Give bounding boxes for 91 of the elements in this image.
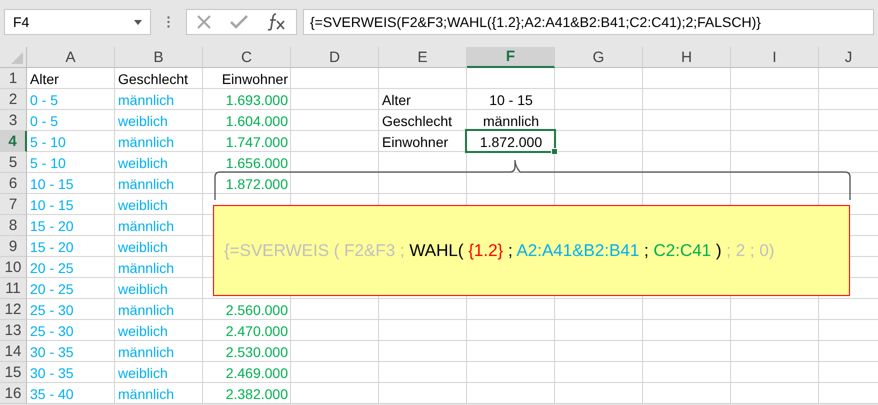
row-header[interactable]: 4 [0, 131, 27, 152]
formula-part: C2:C41 [654, 240, 712, 260]
table-cell: 30 - 35 [30, 364, 74, 380]
table-cell: 2.470.000 [226, 322, 288, 338]
table-cell: männlich [118, 92, 174, 108]
table-cell: 10 - 15 [30, 196, 74, 212]
table-cell: Geschlecht [118, 70, 188, 86]
table-cell: Alter [30, 70, 59, 86]
row-header[interactable]: 5 [0, 152, 27, 173]
table-cell: 2.560.000 [226, 302, 288, 318]
table-cell: männlich [118, 218, 174, 234]
table-cell: 1.604.000 [226, 112, 288, 128]
formula-part: ; [506, 240, 514, 260]
column-header[interactable]: G [555, 47, 643, 68]
row-header[interactable]: 13 [0, 320, 27, 341]
row-header[interactable]: 9 [0, 236, 27, 257]
table-cell: weiblich [118, 112, 168, 128]
table-cell: 30 - 35 [30, 344, 74, 360]
table-cell: männlich [118, 302, 174, 318]
table-cell: 5 - 10 [30, 134, 66, 150]
row-header[interactable]: 2 [0, 89, 27, 110]
dropdown-icon[interactable] [134, 20, 142, 24]
row-header[interactable]: 16 [0, 383, 27, 404]
table-cell: 20 - 25 [30, 280, 74, 296]
table-cell: 20 - 25 [30, 260, 74, 276]
column-header[interactable]: E [379, 47, 467, 68]
formula-part: ) [714, 240, 722, 260]
table-cell: 10 - 15 [489, 92, 533, 108]
formula-part: ; [643, 240, 650, 260]
formula-part: {1.2} [468, 240, 504, 260]
function-icon[interactable] [266, 13, 287, 31]
table-cell: Einwohner [382, 134, 448, 150]
row-header[interactable]: 11 [0, 278, 27, 299]
formula-part: WAHL( [409, 240, 464, 260]
row-header[interactable]: 1 [0, 68, 27, 89]
row-header[interactable]: 14 [0, 341, 27, 362]
formula-part: ; 2 ; 0) [725, 240, 774, 260]
table-cell: 0 - 5 [30, 112, 58, 128]
table-cell: 25 - 30 [30, 322, 74, 338]
table-cell: 0 - 5 [30, 92, 58, 108]
table-cell: 15 - 20 [30, 238, 74, 254]
table-cell: weiblich [118, 322, 168, 338]
column-header[interactable]: F [467, 47, 555, 68]
column-header[interactable]: H [643, 47, 731, 68]
row-header[interactable]: 6 [0, 173, 27, 194]
table-cell: 2.382.000 [226, 386, 288, 402]
column-header[interactable]: I [731, 47, 819, 68]
table-cell: 2.469.000 [226, 364, 288, 380]
table-cell: 1.693.000 [226, 92, 288, 108]
table-cell: 5 - 10 [30, 154, 66, 170]
formula-part: A2:A41&B2:B41 [516, 240, 640, 260]
column-header[interactable]: D [291, 47, 379, 68]
table-cell: weiblich [118, 196, 168, 212]
cancel-icon[interactable] [196, 14, 212, 30]
table-cell: Geschlecht [382, 112, 452, 128]
column-header[interactable]: J [819, 47, 878, 68]
table-cell: 1.872.000 [480, 134, 542, 150]
row-header[interactable]: 8 [0, 215, 27, 236]
table-cell: weiblich [118, 238, 168, 254]
row-header[interactable]: 10 [0, 257, 27, 278]
table-cell: 1.747.000 [226, 134, 288, 150]
check-icon[interactable] [230, 15, 248, 29]
table-cell: Einwohner [222, 70, 288, 86]
table-cell: weiblich [118, 364, 168, 380]
column-header[interactable]: C [203, 47, 291, 68]
table-cell: 2.530.000 [226, 344, 288, 360]
name-box[interactable]: F4 [4, 9, 151, 35]
table-cell: 25 - 30 [30, 302, 74, 318]
table-cell: 1.656.000 [226, 154, 288, 170]
table-cell: männlich [118, 260, 174, 276]
row-header[interactable]: 3 [0, 110, 27, 131]
formula-field[interactable]: {=SVERWEIS(F2&F3;WAHL({1.2};A2:A41&B2:B41;C2:C41);2;FALSCH)} [303, 9, 874, 35]
table-cell: männlich [118, 134, 174, 150]
table-cell: 35 - 40 [30, 386, 74, 402]
table-cell: weiblich [118, 280, 168, 296]
table-cell: 10 - 15 [30, 176, 74, 192]
table-cell: Alter [382, 92, 411, 108]
table-cell: männlich [118, 386, 174, 402]
table-cell: 15 - 20 [30, 218, 74, 234]
table-cell: männlich [118, 344, 174, 360]
more-icon[interactable] [167, 16, 170, 28]
column-header[interactable]: A [27, 47, 115, 68]
row-header[interactable]: 12 [0, 299, 27, 320]
table-cell: 1.872.000 [226, 176, 288, 192]
formula-part: {=SVERWEIS ( F2&F3 ; [224, 240, 406, 260]
row-header[interactable]: 15 [0, 362, 27, 383]
table-cell: männlich [118, 176, 174, 192]
table-cell: weiblich [118, 154, 168, 170]
column-header[interactable]: B [115, 47, 203, 68]
row-header[interactable]: 7 [0, 194, 27, 215]
table-cell: männlich [482, 112, 540, 128]
